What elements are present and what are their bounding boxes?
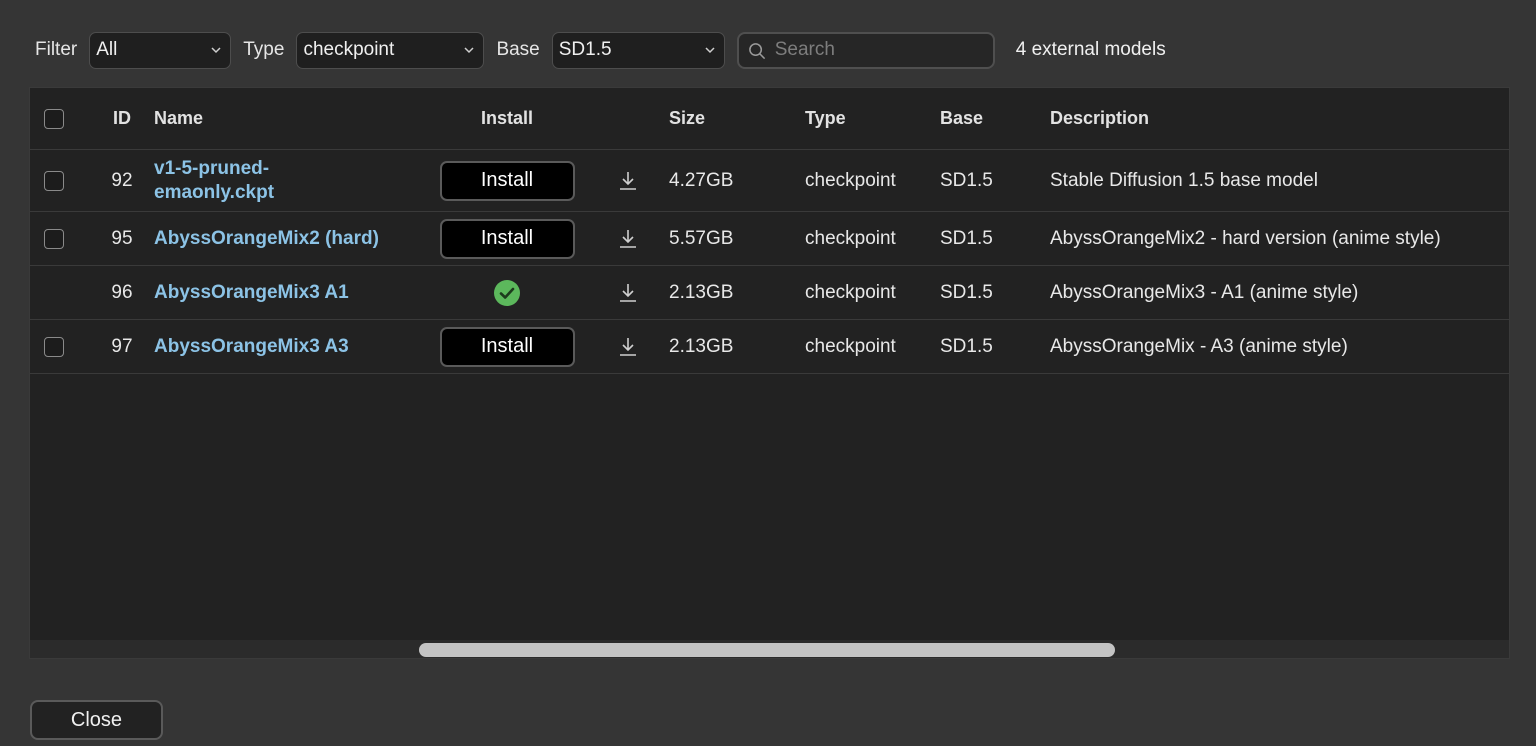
model-name-link[interactable]: AbyssOrangeMix3 A1	[154, 281, 349, 305]
type-select-value: checkpoint	[303, 39, 395, 60]
type-select[interactable]: checkpoint	[296, 31, 485, 69]
row-size: 5.57GB	[669, 227, 734, 249]
download-icon[interactable]	[617, 228, 639, 250]
download-icon[interactable]	[617, 336, 639, 358]
base-label: Base	[496, 39, 540, 60]
row-checkbox[interactable]	[44, 228, 64, 249]
row-type: checkpoint	[805, 281, 896, 303]
header-description[interactable]: Description	[1050, 88, 1149, 149]
table-row: 97 AbyssOrangeMix3 A3 Install 2.13GB che…	[30, 320, 1509, 374]
install-button[interactable]: Install	[439, 218, 575, 259]
header-size[interactable]: Size	[669, 88, 705, 149]
scrollbar-thumb[interactable]	[419, 643, 1115, 657]
chevron-down-icon	[705, 46, 715, 53]
toolbar: Filter All Type checkpoint Base SD1.5 4 …	[35, 31, 1166, 69]
header-base[interactable]: Base	[940, 88, 983, 149]
row-description: Stable Diffusion 1.5 base model	[1050, 169, 1318, 191]
model-name-link[interactable]: AbyssOrangeMix2 (hard)	[154, 227, 379, 251]
filter-label: Filter	[35, 39, 78, 60]
header-type[interactable]: Type	[805, 88, 846, 149]
row-id: 96	[111, 281, 133, 303]
row-type: checkpoint	[805, 335, 896, 357]
chevron-down-icon	[464, 46, 474, 53]
close-button[interactable]: Close	[30, 700, 163, 740]
search-box	[736, 31, 995, 69]
chevron-down-icon	[211, 46, 221, 53]
table-row: 92 v1-5-pruned-emaonly.ckpt Install 4.27…	[30, 150, 1509, 212]
horizontal-scrollbar[interactable]	[30, 640, 1509, 658]
row-description: AbyssOrangeMix3 - A1 (anime style)	[1050, 281, 1359, 303]
select-all-checkbox[interactable]	[44, 108, 64, 129]
row-type: checkpoint	[805, 169, 896, 191]
row-description: AbyssOrangeMix - A3 (anime style)	[1050, 335, 1348, 357]
header-id[interactable]: ID	[102, 88, 142, 149]
row-base: SD1.5	[940, 169, 993, 191]
download-icon[interactable]	[617, 170, 639, 192]
search-icon	[748, 42, 765, 59]
row-base: SD1.5	[940, 227, 993, 249]
header-name[interactable]: Name	[154, 88, 434, 149]
search-input[interactable]	[774, 39, 975, 61]
download-icon[interactable]	[617, 282, 639, 304]
filter-select[interactable]: All	[89, 31, 232, 69]
row-checkbox[interactable]	[44, 336, 64, 357]
install-button[interactable]: Install	[439, 160, 575, 201]
row-base: SD1.5	[940, 281, 993, 303]
row-id: 95	[111, 227, 133, 249]
row-checkbox[interactable]	[44, 170, 64, 191]
table-header-row: ID Name Install Size Type Base Descripti…	[30, 88, 1509, 150]
table-row: 95 AbyssOrangeMix2 (hard) Install 5.57GB…	[30, 212, 1509, 266]
row-size: 2.13GB	[669, 281, 734, 303]
base-select[interactable]: SD1.5	[551, 31, 725, 69]
row-description: AbyssOrangeMix2 - hard version (anime st…	[1050, 227, 1441, 249]
model-name-link[interactable]: v1-5-pruned-emaonly.ckpt	[154, 157, 304, 205]
base-select-value: SD1.5	[558, 39, 612, 60]
row-id: 92	[111, 169, 133, 191]
model-count: 4 external models	[1015, 39, 1166, 60]
model-name-link[interactable]: AbyssOrangeMix3 A3	[154, 335, 349, 359]
row-base: SD1.5	[940, 335, 993, 357]
type-label: Type	[243, 39, 285, 60]
check-circle-icon	[494, 279, 520, 306]
header-install[interactable]: Install	[438, 88, 576, 149]
row-type: checkpoint	[805, 227, 896, 249]
models-table: ID Name Install Size Type Base Descripti…	[29, 87, 1510, 659]
filter-select-value: All	[96, 39, 118, 60]
table-row: 96 AbyssOrangeMix3 A1 2.13GB checkpoint …	[30, 266, 1509, 320]
row-size: 2.13GB	[669, 335, 734, 357]
row-size: 4.27GB	[669, 169, 734, 191]
row-id: 97	[111, 335, 133, 357]
install-button[interactable]: Install	[439, 326, 575, 367]
